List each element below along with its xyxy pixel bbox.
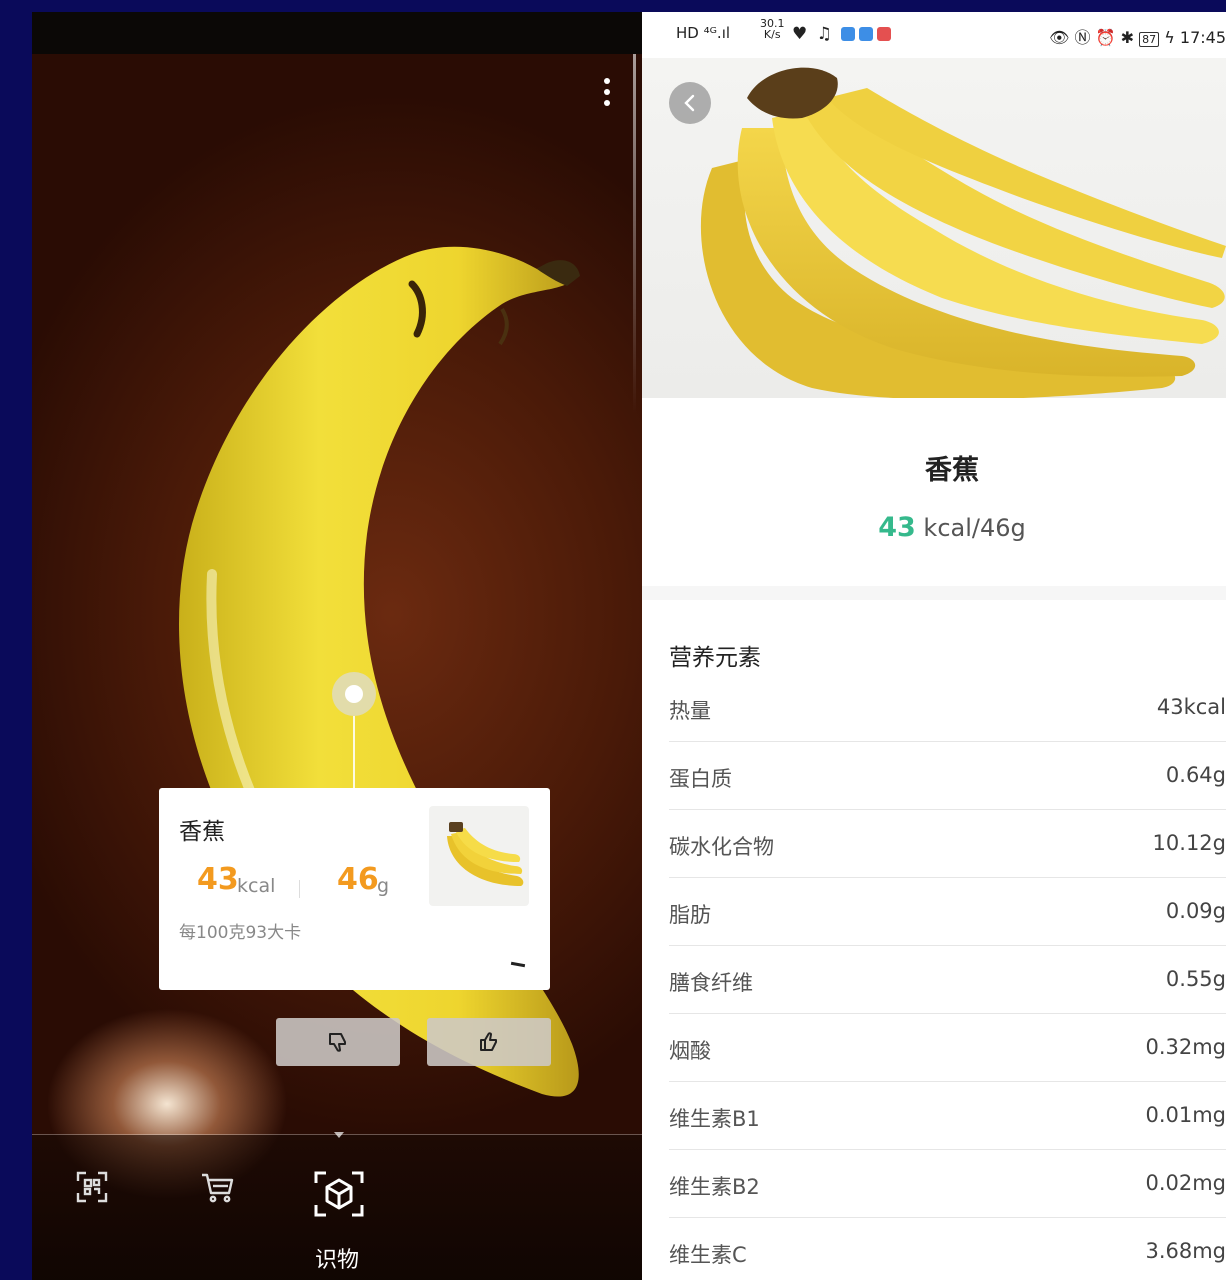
nutrient-row: 碳水化合物 10.12g — [669, 831, 1226, 899]
nutrient-value: 0.01mg — [1145, 1103, 1226, 1127]
app-icon — [859, 27, 874, 41]
nutrient-value: 0.32mg — [1145, 1035, 1226, 1059]
nutrition-heading: 营养元素 — [669, 645, 761, 671]
row-divider — [669, 1149, 1226, 1150]
calorie-serving: kcal/46g — [915, 514, 1026, 542]
divider — [299, 880, 300, 898]
food-hero-image — [642, 58, 1226, 398]
nutrient-row: 维生素B2 0.02mg — [669, 1171, 1226, 1239]
notification-icons: ♥ ♫ — [792, 24, 895, 44]
nutrient-value: 3.68mg — [1145, 1239, 1226, 1263]
nutrient-value: 43kcal — [1156, 695, 1226, 719]
scan-icon[interactable] — [72, 1167, 112, 1207]
caret-icon — [334, 1132, 344, 1138]
result-name: 香蕉 — [179, 819, 225, 845]
camera-screen: 香蕉 43 kcal 46 g 每100克93大卡 识物 — [32, 12, 642, 1280]
chevron-left-icon — [684, 94, 695, 112]
result-weight-unit: g — [377, 875, 390, 897]
card-mark — [510, 961, 526, 968]
food-calorie: 43 kcal/46g — [642, 512, 1226, 543]
charging-icon: ϟ — [1164, 28, 1175, 47]
row-divider — [669, 1013, 1226, 1014]
result-per-100g: 每100克93大卡 — [179, 923, 302, 943]
nutrient-row: 烟酸 0.32mg — [669, 1035, 1226, 1103]
nutrient-row: 维生素B1 0.01mg — [669, 1103, 1226, 1171]
nfc-icon: Ⓝ — [1074, 28, 1091, 47]
focus-point[interactable] — [332, 672, 376, 716]
row-divider — [669, 1217, 1226, 1218]
nutrient-name: 维生素C — [669, 1243, 747, 1267]
result-thumbnail — [429, 806, 529, 906]
clock: 17:45 — [1179, 28, 1226, 47]
section-divider — [642, 586, 1226, 600]
nutrient-name: 蛋白质 — [669, 767, 732, 791]
nutrient-name: 脂肪 — [669, 903, 711, 927]
speed-unit: K/s — [763, 28, 781, 41]
row-divider — [669, 741, 1226, 742]
eye-icon: 👁 — [1049, 28, 1070, 47]
result-kcal-value: 43 — [197, 862, 239, 897]
back-button[interactable] — [669, 82, 711, 124]
nutrient-name: 烟酸 — [669, 1039, 711, 1063]
nutrient-value: 0.02mg — [1145, 1171, 1226, 1195]
nutrient-name: 维生素B1 — [669, 1107, 760, 1131]
row-divider — [669, 945, 1226, 946]
cart-icon[interactable] — [198, 1167, 238, 1207]
food-detail-screen: HD ⁴ᴳ.ıl 30.1 K/s ♥ ♫ 👁 Ⓝ ⏰ ✱ 87 ϟ 17:45 — [642, 12, 1226, 1280]
nutrient-row: 膳食纤维 0.55g — [669, 967, 1226, 1035]
status-bar: HD ⁴ᴳ.ıl 30.1 K/s ♥ ♫ 👁 Ⓝ ⏰ ✱ 87 ϟ 17:45 — [642, 12, 1226, 58]
nutrient-row: 蛋白质 0.64g — [669, 763, 1226, 831]
bluetooth-icon: ✱ — [1120, 28, 1135, 47]
app-icon — [877, 27, 892, 41]
food-title: 香蕉 — [925, 455, 979, 486]
dislike-button[interactable] — [276, 1018, 400, 1066]
nutrient-row: 热量 43kcal — [669, 695, 1226, 763]
thumbs-up-icon — [480, 1032, 497, 1051]
nutrient-name: 碳水化合物 — [669, 835, 774, 859]
result-weight-value: 46 — [337, 862, 379, 897]
result-kcal-unit: kcal — [237, 875, 276, 897]
music-icon: ♫ — [816, 24, 834, 44]
row-divider — [669, 1081, 1226, 1082]
signal-indicator: HD ⁴ᴳ.ıl — [676, 24, 731, 42]
recognition-result-card[interactable]: 香蕉 43 kcal 46 g 每100克93大卡 — [159, 788, 550, 990]
focus-connector — [353, 716, 355, 788]
thumbs-down-icon — [329, 1033, 346, 1052]
heart-icon: ♥ — [792, 24, 810, 44]
more-options-icon[interactable] — [600, 78, 614, 112]
row-divider — [669, 877, 1226, 878]
nutrient-value: 0.09g — [1165, 899, 1226, 923]
row-divider — [669, 809, 1226, 810]
top-bar — [32, 12, 642, 54]
banana-bunch-photo — [700, 67, 1226, 398]
nutrient-name: 膳食纤维 — [669, 971, 753, 995]
nutrient-row: 维生素C 3.68mg — [669, 1239, 1226, 1280]
battery-level: 87 — [1139, 32, 1160, 47]
app-icon — [841, 27, 856, 41]
nutrient-name: 维生素B2 — [669, 1175, 760, 1199]
network-speed: 30.1 K/s — [760, 18, 785, 40]
system-indicators: 👁 Ⓝ ⏰ ✱ 87 ϟ 17:45 — [1049, 24, 1226, 48]
banana-photo — [178, 246, 580, 1097]
object-recognition-icon[interactable] — [312, 1167, 366, 1221]
like-button[interactable] — [427, 1018, 551, 1066]
nutrient-row: 脂肪 0.09g — [669, 899, 1226, 967]
nutrient-value: 0.64g — [1165, 763, 1226, 787]
nutrient-value: 10.12g — [1152, 831, 1226, 855]
tab-label-object[interactable]: 识物 — [315, 1242, 359, 1274]
alarm-icon: ⏰ — [1095, 28, 1116, 47]
calorie-value: 43 — [878, 512, 916, 543]
nutrient-value: 0.55g — [1165, 967, 1226, 991]
nutrient-name: 热量 — [669, 699, 711, 723]
